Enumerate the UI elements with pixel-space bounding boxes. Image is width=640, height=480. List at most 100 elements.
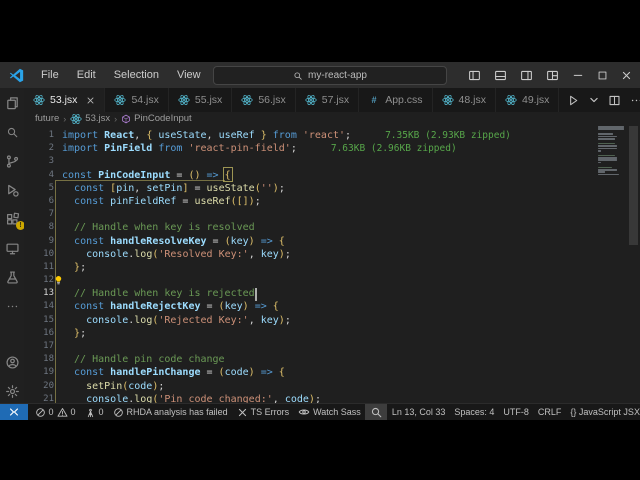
code-line-4[interactable]: 4const PinCodeInput = () => { [24, 169, 640, 182]
line-number: 11 [24, 261, 62, 274]
code-line-13[interactable]: 13 // Handle when key is rejected [24, 287, 640, 300]
maximize-icon[interactable] [597, 70, 608, 81]
status-remote-indicator[interactable] [0, 404, 28, 420]
activity-remote-explorer[interactable] [2, 240, 22, 256]
line-number: 3 [24, 155, 62, 168]
status-language-mode[interactable]: {} JavaScript JSX [566, 404, 640, 420]
remote-icon [8, 406, 20, 418]
code-line-17[interactable]: 17 [24, 340, 640, 353]
menu-selection[interactable]: Selection [107, 67, 166, 84]
code-line-16[interactable]: 16 }; [24, 327, 640, 340]
status-ports[interactable]: 0 [80, 404, 108, 420]
command-center-search[interactable]: my-react-app [213, 66, 447, 85]
status-problems[interactable]: 00 [30, 404, 80, 420]
activity-settings[interactable] [2, 383, 22, 399]
error-icon [35, 407, 46, 418]
minimap-line [598, 171, 605, 173]
status-search-toggle[interactable] [365, 404, 387, 420]
activity-testing[interactable] [2, 269, 22, 285]
code-line-12[interactable]: 12 [24, 274, 640, 287]
code-line-14[interactable]: 14 const handleRejectKey = (key) => { [24, 300, 640, 313]
code-text: const pinFieldRef = useRef([]); [62, 195, 261, 208]
debug-icon [5, 183, 20, 198]
tab-48-jsx[interactable]: 48.jsx [433, 88, 496, 112]
code-line-6[interactable]: 6 const pinFieldRef = useRef([]); [24, 195, 640, 208]
menu-file[interactable]: File [34, 67, 66, 84]
status-text: 0 [49, 407, 54, 417]
code-line-3[interactable]: 3 [24, 155, 640, 168]
tab-label: 55.jsx [195, 94, 222, 106]
code-line-10[interactable]: 10 console.log('Resolved Key:', key); [24, 248, 640, 261]
minimap-line [598, 138, 615, 140]
code-line-20[interactable]: 20 setPin(code); [24, 380, 640, 393]
code-lines: 1import React, { useState, useRef } from… [24, 125, 640, 403]
activity-search[interactable] [2, 124, 22, 140]
editor-scrollbar[interactable] [629, 126, 638, 245]
tab-label: 48.jsx [459, 94, 486, 106]
code-text: // Handle when key is resolved [62, 221, 255, 234]
code-line-19[interactable]: 19 const handlePinChange = (code) => { [24, 366, 640, 379]
minimap[interactable] [598, 126, 626, 176]
code-line-15[interactable]: 15 console.log('Rejected Key:', key); [24, 314, 640, 327]
line-number: 1 [24, 129, 62, 142]
layout-panel-bottom-icon[interactable] [494, 69, 507, 82]
status-rhda-status[interactable]: RHDA analysis has failed [108, 404, 232, 420]
activity-source-control[interactable] [2, 153, 22, 169]
lightbulb-icon[interactable] [53, 275, 64, 286]
activity-run-debug[interactable] [2, 182, 22, 198]
svg-text:#: # [372, 95, 377, 105]
status-text: RHDA analysis has failed [127, 407, 228, 417]
status-watch-sass[interactable]: Watch Sass [294, 404, 366, 420]
code-line-11[interactable]: 11 }; [24, 261, 640, 274]
search-icon [370, 406, 383, 419]
code-line-1[interactable]: 1import React, { useState, useRef } from… [24, 129, 640, 142]
breadcrumb-label: 53.jsx [85, 113, 110, 124]
status-eol[interactable]: CRLF [533, 404, 566, 420]
activity-explorer[interactable] [2, 95, 22, 111]
run-button[interactable] [567, 94, 580, 107]
close-icon[interactable] [621, 70, 632, 81]
layout-grid-icon[interactable] [546, 69, 559, 82]
activity-extensions[interactable]: ! [2, 211, 22, 227]
tab-56-jsx[interactable]: 56.jsx [232, 88, 295, 112]
tab-54-jsx[interactable]: 54.jsx [105, 88, 168, 112]
menu-edit[interactable]: Edit [70, 67, 103, 84]
tab-53-jsx[interactable]: 53.jsx [24, 88, 105, 112]
run-dropdown[interactable] [589, 95, 599, 105]
tab-close-icon[interactable] [86, 96, 95, 105]
status-text: 0 [71, 407, 76, 417]
tab-55-jsx[interactable]: 55.jsx [169, 88, 232, 112]
tab-49-jsx[interactable]: 49.jsx [496, 88, 559, 112]
tab-app-css[interactable]: #App.css [359, 88, 432, 112]
code-line-18[interactable]: 18 // Handle pin code change [24, 353, 640, 366]
menu-view[interactable]: View [170, 67, 208, 84]
layout-panel-right-icon[interactable] [520, 69, 533, 82]
status-indentation[interactable]: Spaces: 4 [450, 404, 499, 420]
status-ts-errors[interactable]: TS Errors [232, 404, 294, 420]
search-icon [293, 71, 303, 81]
activity-accounts[interactable] [2, 354, 22, 370]
breadcrumb[interactable]: future›53.jsx›PinCodeInput [24, 112, 640, 125]
code-line-5[interactable]: 5 const [pin, setPin] = useState(''); [24, 182, 640, 195]
code-line-9[interactable]: 9 const handleResolveKey = (key) => { [24, 235, 640, 248]
status-bar: 000RHDA analysis has failedTS ErrorsWatc… [0, 403, 640, 420]
code-editor[interactable]: 1import React, { useState, useRef } from… [24, 125, 640, 403]
minimize-icon[interactable] [572, 69, 584, 81]
more-actions-button[interactable] [630, 94, 640, 107]
layout-panel-left-icon[interactable] [468, 69, 481, 82]
code-line-7[interactable]: 7 [24, 208, 640, 221]
tab-57-jsx[interactable]: 57.jsx [296, 88, 359, 112]
breadcrumb-item-future[interactable]: future [35, 113, 59, 124]
monitor-icon [5, 241, 20, 256]
breadcrumb-item-53jsx[interactable]: 53.jsx [70, 113, 110, 125]
status-cursor-position[interactable]: Ln 13, Col 33 [387, 404, 450, 420]
line-number: 17 [24, 340, 62, 353]
code-line-21[interactable]: 21 console.log('Pin code changed:', code… [24, 393, 640, 403]
breadcrumb-item-pincodeinput[interactable]: PinCodeInput [121, 113, 192, 124]
status-encoding[interactable]: UTF-8 [499, 404, 534, 420]
code-line-8[interactable]: 8 // Handle when key is resolved [24, 221, 640, 234]
react-icon [178, 94, 190, 106]
code-line-2[interactable]: 2import PinField from 'react-pin-field';… [24, 142, 640, 155]
activity-more[interactable] [2, 298, 22, 314]
split-editor-button[interactable] [608, 94, 621, 107]
